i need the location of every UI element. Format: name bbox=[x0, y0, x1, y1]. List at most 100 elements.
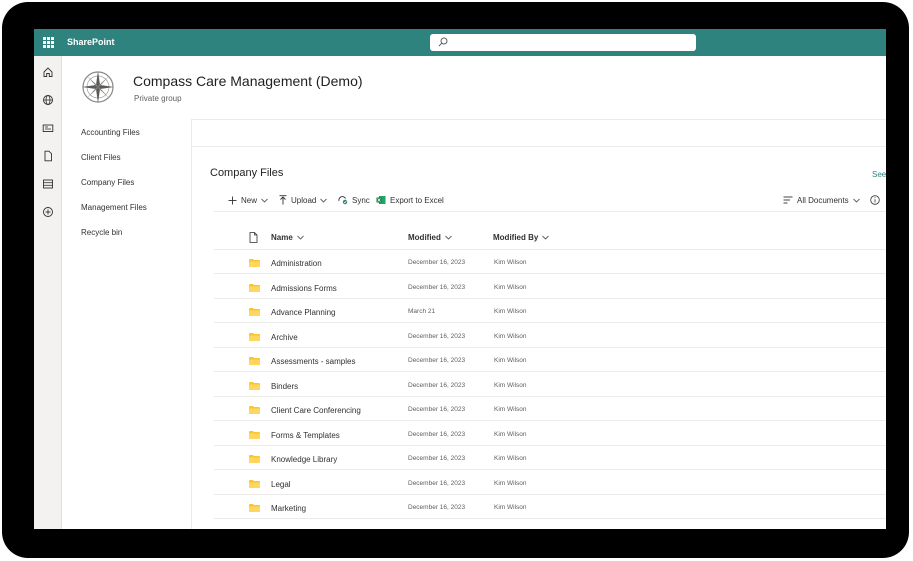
file-name[interactable]: Forms & Templates bbox=[271, 431, 340, 440]
modified-date: December 16, 2023 bbox=[408, 479, 466, 487]
site-title[interactable]: Compass Care Management (Demo) bbox=[133, 73, 363, 89]
file-name[interactable]: Admissions Forms bbox=[271, 284, 337, 293]
add-icon[interactable] bbox=[42, 206, 54, 218]
upload-icon bbox=[279, 195, 287, 205]
top-commandbar-divider bbox=[192, 146, 886, 147]
column-modified-label: Modified bbox=[408, 233, 441, 242]
chevron-down-icon bbox=[542, 235, 550, 240]
column-header-modified-by[interactable]: Modified By bbox=[493, 233, 550, 242]
export-to-excel-label: Export to Excel bbox=[390, 195, 444, 205]
file-name[interactable]: Marketing bbox=[271, 504, 306, 513]
site-subtitle: Private group bbox=[134, 94, 182, 103]
upload-label: Upload bbox=[291, 195, 317, 205]
info-icon bbox=[870, 195, 880, 205]
file-name[interactable]: Client Care Conferencing bbox=[271, 406, 361, 415]
file-name[interactable]: Legal bbox=[271, 480, 291, 489]
table-row[interactable]: Admissions Forms December 16, 2023 Kim W… bbox=[214, 275, 886, 299]
folder-icon bbox=[249, 308, 260, 316]
modified-date: March 21 bbox=[408, 308, 436, 315]
view-selector[interactable]: All Documents bbox=[783, 194, 860, 206]
column-header-name[interactable]: Name bbox=[271, 233, 304, 242]
file-name[interactable]: Administration bbox=[271, 259, 322, 268]
nav-item-recycle-bin[interactable]: Recycle bin bbox=[81, 228, 122, 237]
column-header-modified[interactable]: Modified bbox=[408, 233, 452, 242]
list-icon[interactable] bbox=[42, 178, 54, 190]
view-options-icon bbox=[783, 196, 793, 204]
new-label: New bbox=[241, 195, 258, 205]
header-divider bbox=[192, 119, 886, 120]
see-all-link[interactable]: See bbox=[872, 170, 886, 179]
suite-bar: SharePoint bbox=[34, 29, 886, 56]
table-row[interactable]: Legal December 16, 2023 Kim Wilson bbox=[214, 471, 886, 495]
chevron-down-icon bbox=[261, 198, 268, 203]
sync-label: Sync bbox=[352, 195, 370, 205]
export-to-excel-button[interactable]: Export to Excel bbox=[376, 194, 444, 206]
folder-icon bbox=[249, 504, 260, 512]
modified-by: Kim Wilson bbox=[494, 381, 527, 389]
table-row[interactable]: Administration December 16, 2023 Kim Wil… bbox=[214, 250, 886, 274]
folder-icon bbox=[249, 357, 260, 365]
modified-by: Kim Wilson bbox=[494, 283, 527, 291]
modified-by: Kim Wilson bbox=[494, 406, 527, 413]
file-name[interactable]: Knowledge Library bbox=[271, 455, 337, 464]
table-row[interactable]: Forms & Templates December 16, 2023 Kim … bbox=[214, 422, 886, 446]
left-navigation: Accounting Files Client Files Company Fi… bbox=[63, 119, 192, 529]
file-name[interactable]: Advance Planning bbox=[271, 308, 336, 317]
table-row[interactable]: Knowledge Library December 16, 2023 Kim … bbox=[214, 446, 886, 470]
sharepoint-window: SharePoint Compass Care Management (Demo… bbox=[34, 29, 886, 529]
folder-icon bbox=[249, 479, 260, 488]
column-modified-by-label: Modified By bbox=[493, 233, 539, 242]
chevron-down-icon bbox=[852, 198, 860, 203]
nav-item-company-files[interactable]: Company Files bbox=[81, 178, 134, 187]
app-name[interactable]: SharePoint bbox=[67, 37, 115, 47]
app-launcher-icon[interactable] bbox=[43, 37, 54, 48]
nav-item-client-files[interactable]: Client Files bbox=[81, 153, 121, 162]
table-row[interactable]: Advance Planning March 21 Kim Wilson bbox=[214, 299, 886, 323]
new-button[interactable]: New bbox=[228, 194, 268, 206]
table-row[interactable]: Archive December 16, 2023 Kim Wilson bbox=[214, 324, 886, 348]
home-icon[interactable] bbox=[42, 66, 54, 78]
modified-date: December 16, 2023 bbox=[408, 504, 466, 511]
file-name[interactable]: Binders bbox=[271, 382, 298, 391]
folder-icon bbox=[249, 259, 260, 267]
globe-icon[interactable] bbox=[42, 94, 54, 106]
info-button[interactable] bbox=[870, 194, 884, 206]
compass-rose-icon[interactable] bbox=[80, 69, 116, 105]
modified-date: December 16, 2023 bbox=[408, 332, 466, 340]
nav-item-accounting-files[interactable]: Accounting Files bbox=[81, 128, 140, 137]
folder-icon bbox=[249, 283, 260, 292]
modified-date: December 16, 2023 bbox=[408, 430, 466, 438]
search-box[interactable] bbox=[430, 34, 696, 51]
commandbar-divider bbox=[214, 211, 886, 212]
upload-button[interactable]: Upload bbox=[279, 194, 328, 206]
table-row[interactable]: Marketing December 16, 2023 Kim Wilson bbox=[214, 495, 886, 519]
modified-by: Kim Wilson bbox=[494, 504, 527, 511]
table-row[interactable]: Assessments - samples December 16, 2023 … bbox=[214, 348, 886, 372]
library-title: Company Files bbox=[210, 167, 284, 179]
modified-by: Kim Wilson bbox=[494, 479, 527, 487]
news-icon[interactable] bbox=[42, 122, 54, 134]
modified-date: December 16, 2023 bbox=[408, 283, 466, 291]
search-icon bbox=[438, 37, 448, 47]
folder-icon bbox=[249, 406, 260, 414]
file-name[interactable]: Assessments - samples bbox=[271, 357, 355, 366]
modified-date: December 16, 2023 bbox=[408, 259, 466, 266]
plus-icon bbox=[228, 196, 237, 204]
nav-item-management-files[interactable]: Management Files bbox=[81, 203, 147, 212]
folder-icon bbox=[249, 332, 260, 341]
sync-button[interactable]: Sync bbox=[337, 194, 370, 206]
sync-icon bbox=[338, 196, 348, 205]
file-name[interactable]: Archive bbox=[271, 333, 298, 342]
file-icon[interactable] bbox=[42, 150, 54, 162]
chevron-down-icon bbox=[320, 198, 328, 203]
search-input[interactable] bbox=[452, 35, 692, 50]
folder-icon bbox=[249, 381, 260, 390]
chevron-down-icon bbox=[445, 235, 452, 240]
table-row[interactable]: Client Care Conferencing December 16, 20… bbox=[214, 397, 886, 421]
file-type-icon[interactable] bbox=[249, 232, 258, 243]
folder-icon bbox=[249, 455, 260, 463]
modified-by: Kim Wilson bbox=[494, 259, 527, 266]
table-row[interactable]: Binders December 16, 2023 Kim Wilson bbox=[214, 373, 886, 397]
excel-icon bbox=[376, 196, 386, 204]
app-rail bbox=[34, 56, 62, 529]
